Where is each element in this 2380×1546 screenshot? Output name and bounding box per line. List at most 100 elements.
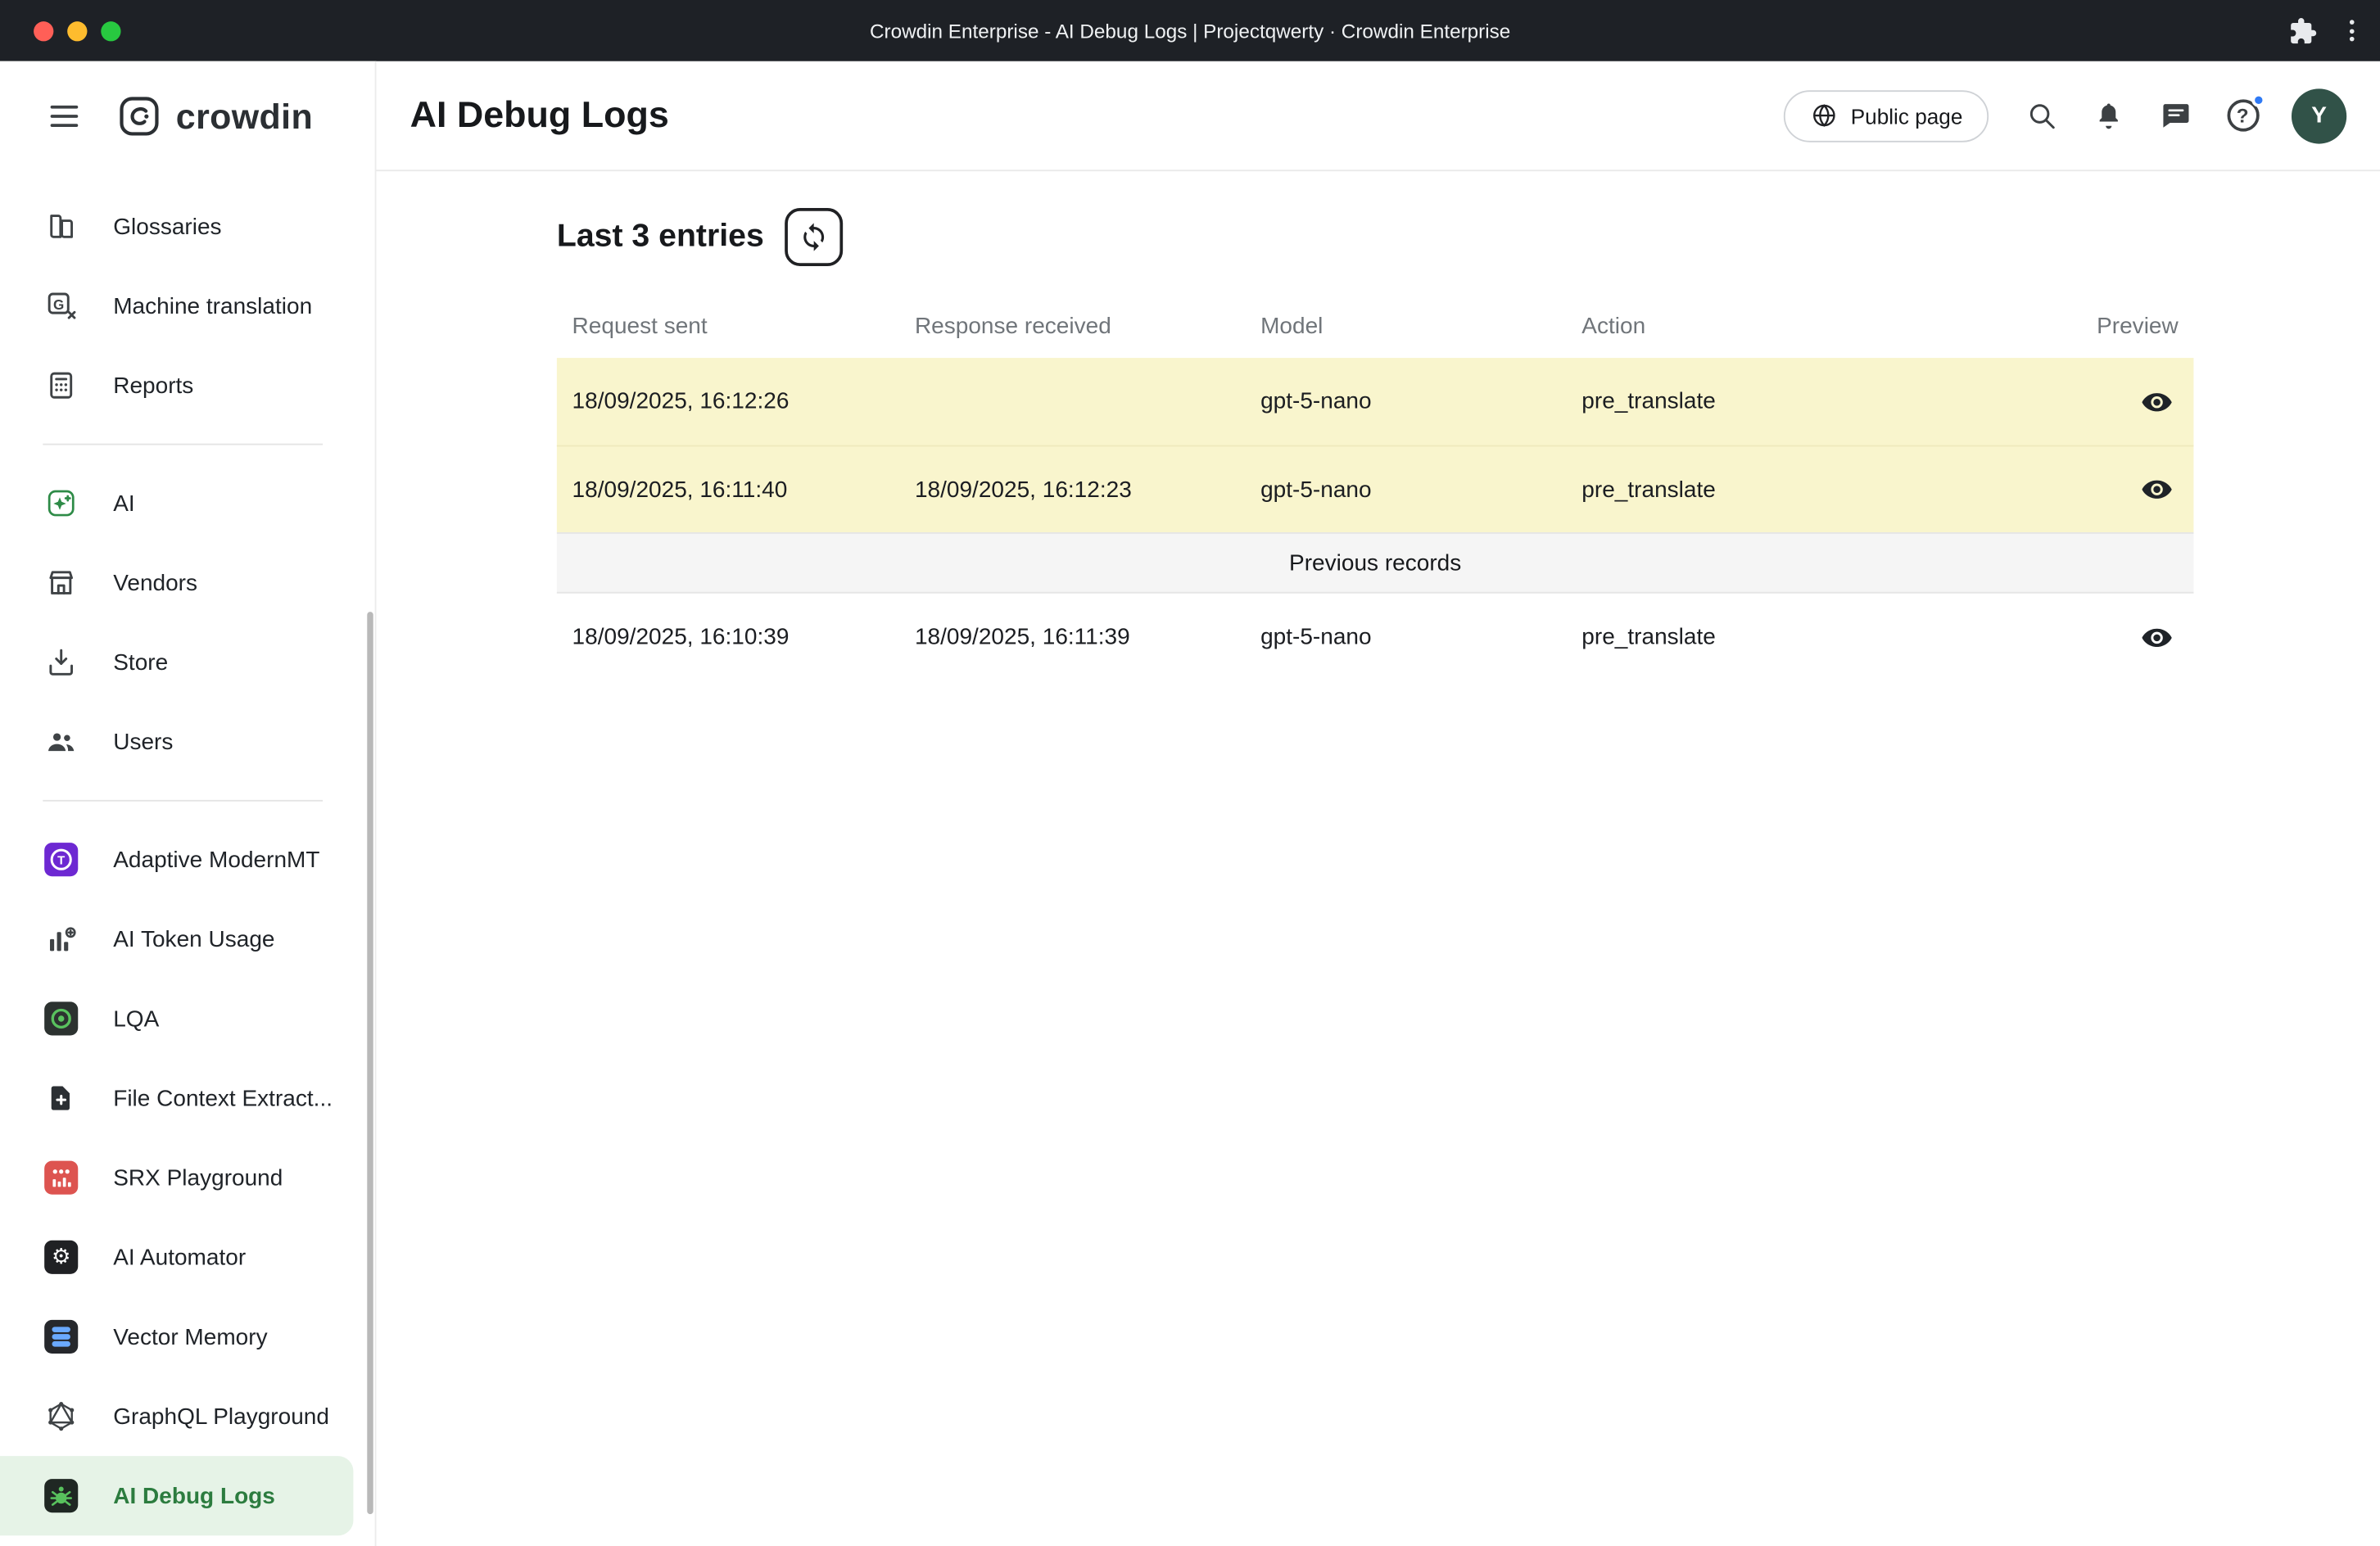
vector-memory-icon [43,1318,79,1355]
window-title: Crowdin Enterprise - AI Debug Logs | Pro… [870,19,1510,42]
eye-icon [2140,472,2174,506]
sidebar-item-ai[interactable]: AI [0,463,375,543]
sidebar-item-users[interactable]: Users [0,702,375,781]
sidebar-item-lqa[interactable]: LQA [0,979,375,1058]
cell-model: gpt-5-nano [1245,624,1566,650]
column-header-action: Action [1567,313,1965,339]
log-row: 18/09/2025, 16:12:26 gpt-5-nano pre_tran… [557,358,2194,445]
column-header-response-received: Response received [899,313,1245,339]
sidebar-item-adaptive-modernmt[interactable]: T Adaptive ModernMT [0,820,375,899]
sidebar-item-graphql-playground[interactable]: GraphQL Playground [0,1376,375,1456]
public-page-button[interactable]: Public page [1784,89,1989,142]
sidebar-item-label: Users [113,729,173,755]
sidebar-item-label: Glossaries [113,214,221,240]
messages-button[interactable] [2145,85,2206,147]
sidebar-item-label: Reports [113,373,193,399]
file-context-icon [43,1080,79,1117]
page-title: AI Debug Logs [410,94,669,137]
adaptive-modernmt-icon: T [43,841,79,878]
previous-records-row[interactable]: Previous records [557,532,2194,594]
sidebar-scrollbar[interactable] [367,612,373,1514]
users-icon [43,723,79,760]
vendors-icon [43,564,79,601]
refresh-button[interactable] [785,208,844,266]
sidebar-item-label: Machine translation [113,293,312,319]
sidebar-item-label: Vector Memory [113,1324,267,1350]
cell-request-sent: 18/09/2025, 16:10:39 [557,624,899,650]
sidebar-item-reports[interactable]: Reports [0,346,375,425]
ai-sparkle-icon [43,485,79,522]
search-button[interactable] [2010,85,2071,147]
srx-playground-icon [43,1160,79,1196]
sidebar-item-label: AI Debug Logs [113,1483,275,1509]
sidebar-item-glossaries[interactable]: Glossaries [0,187,375,266]
cell-action: pre_translate [1567,477,1965,503]
user-avatar[interactable]: Y [2292,88,2346,142]
sidebar-divider [43,444,323,445]
help-button[interactable]: ? [2212,85,2274,147]
page-header: AI Debug Logs Public page [376,61,2380,171]
sidebar: crowdin Glossaries [0,61,376,1546]
cell-request-sent: 18/09/2025, 16:12:26 [557,388,899,414]
table-header-row: Request sent Response received Model Act… [557,294,2194,358]
crowdin-logo[interactable]: crowdin [116,93,313,139]
browser-menu-icon[interactable] [2345,16,2359,46]
main-panel: AI Debug Logs Public page [376,61,2380,1546]
crowdin-logo-icon [116,93,162,139]
window-zoom-button[interactable] [101,20,120,40]
notifications-button[interactable] [2077,85,2138,147]
cell-action: pre_translate [1567,388,1965,414]
graphql-icon [43,1398,79,1435]
lqa-icon [43,1001,79,1037]
cell-response-received: 18/09/2025, 16:11:39 [899,624,1245,650]
chat-icon [2159,99,2191,131]
menu-toggle-button[interactable] [46,101,83,131]
page-content: Last 3 entries Request sent Response rec… [376,171,2380,680]
sidebar-item-srx-playground[interactable]: SRX Playground [0,1138,375,1218]
cell-model: gpt-5-nano [1245,477,1566,503]
column-header-preview: Preview [1964,313,2193,339]
svg-text:G: G [53,297,64,313]
screen: Crowdin Enterprise - AI Debug Logs | Pro… [0,0,2380,1546]
ai-automator-icon: ⚙ [43,1239,79,1276]
help-notification-dot [2251,93,2265,106]
sidebar-divider [43,800,323,802]
log-row: 18/09/2025, 16:10:39 18/09/2025, 16:11:3… [557,594,2194,680]
eye-icon [2140,620,2174,653]
sidebar-item-file-context-extractor[interactable]: File Context Extract... [0,1059,375,1138]
sidebar-item-store[interactable]: Store [0,622,375,702]
column-header-model: Model [1245,313,1566,339]
sidebar-item-label: Store [113,649,168,676]
sidebar-item-label: GraphQL Playground [113,1404,329,1430]
window-titlebar: Crowdin Enterprise - AI Debug Logs | Pro… [0,0,2380,61]
sidebar-item-ai-debug-logs[interactable]: AI Debug Logs [0,1456,353,1535]
sidebar-item-machine-translation[interactable]: G Machine translation [0,266,375,346]
cell-model: gpt-5-nano [1245,388,1566,414]
sidebar-item-vector-memory[interactable]: Vector Memory [0,1297,375,1376]
reports-icon [43,367,79,404]
glossaries-icon [43,208,79,245]
sidebar-item-label: Vendors [113,570,197,596]
sidebar-item-label: LQA [113,1006,159,1032]
sidebar-item-vendors[interactable]: Vendors [0,543,375,622]
sidebar-item-ai-automator[interactable]: ⚙ AI Automator [0,1218,375,1297]
cell-action: pre_translate [1567,624,1965,650]
preview-button[interactable] [2135,468,2178,511]
extensions-icon[interactable] [2288,16,2317,45]
window-minimize-button[interactable] [67,20,87,40]
sidebar-item-label: File Context Extract... [113,1085,333,1111]
entries-heading: Last 3 entries [557,219,764,255]
window-close-button[interactable] [34,20,53,40]
preview-button[interactable] [2135,380,2178,423]
search-icon [2025,99,2056,131]
store-download-icon [43,644,79,680]
sidebar-item-ai-token-usage[interactable]: AI Token Usage [0,899,375,979]
preview-button[interactable] [2135,616,2178,658]
machine-translation-icon: G [43,287,79,324]
eye-icon [2140,385,2174,418]
refresh-icon [799,222,830,252]
svg-text:T: T [57,853,65,867]
cell-response-received: 18/09/2025, 16:12:23 [899,477,1245,503]
log-row: 18/09/2025, 16:11:40 18/09/2025, 16:12:2… [557,445,2194,532]
sidebar-item-label: Adaptive ModernMT [113,847,319,873]
